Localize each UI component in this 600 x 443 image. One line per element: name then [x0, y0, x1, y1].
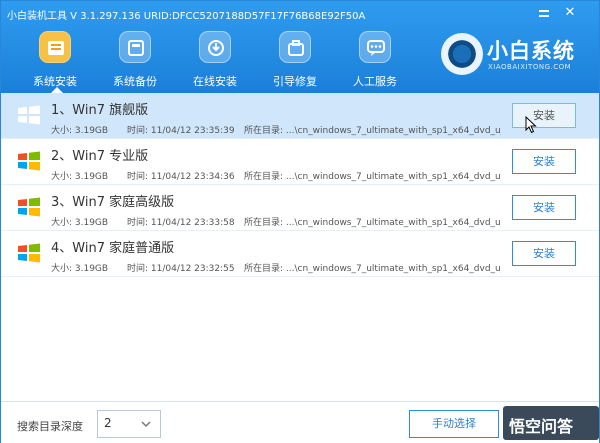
brand-subtitle: XIAOBAIXITONG.COM	[488, 63, 572, 71]
system-title: 1、Win7 旗舰版	[51, 103, 149, 118]
tool-label: 引导修复	[273, 75, 317, 88]
system-directory: 所在目录: ...\cn_windows_7_ultimate_with_sp1…	[244, 218, 501, 228]
list-item[interactable]: 3、Win7 家庭高级版 大小: 3.19GB 时间: 11/04/12 23:…	[1, 185, 599, 231]
mouse-cursor-icon	[525, 116, 537, 134]
menu-button[interactable]	[535, 5, 553, 21]
system-title: 3、Win7 家庭高级版	[51, 195, 175, 210]
system-size: 大小: 3.19GB	[51, 126, 109, 136]
watermark-text: 悟空问答	[509, 417, 574, 436]
chat-service-icon	[359, 31, 391, 63]
search-depth-select[interactable]: 2	[97, 410, 161, 438]
brand: 小白系统 XIAOBAIXITONG.COM	[441, 33, 591, 77]
system-directory: 所在目录: ...\cn_windows_7_ultimate_with_sp1…	[244, 264, 501, 274]
tool-label: 在线安装	[193, 75, 237, 88]
tool-label: 人工服务	[353, 75, 397, 88]
install-button[interactable]: 安装	[512, 103, 576, 128]
tool-chat-service[interactable]: 人工服务	[335, 27, 415, 91]
close-button[interactable]: ✕	[561, 5, 579, 21]
system-directory: 所在目录: ...\cn_windows_7_ultimate_with_sp1…	[244, 126, 501, 136]
online-install-icon	[199, 31, 231, 63]
system-size: 大小: 3.19GB	[51, 172, 109, 182]
system-backup-icon	[119, 31, 151, 63]
windows-logo-icon	[18, 151, 40, 171]
boot-repair-icon	[279, 31, 311, 63]
list-item[interactable]: 4、Win7 家庭普通版 大小: 3.19GB 时间: 11/04/12 23:…	[1, 231, 599, 277]
system-title: 2、Win7 专业版	[51, 149, 149, 164]
system-install-icon	[39, 31, 71, 63]
search-depth-value: 2	[104, 416, 112, 430]
install-button[interactable]: 安装	[512, 195, 576, 220]
close-icon: ✕	[564, 5, 576, 20]
system-time: 时间: 11/04/12 23:34:36	[127, 172, 235, 182]
windows-logo-icon	[18, 243, 40, 263]
window-title: 小白装机工具 V 3.1.297.136 URID:DFCC5207188D57…	[7, 11, 366, 22]
menu-icon-line	[539, 15, 549, 17]
tool-online-install[interactable]: 在线安装	[175, 27, 255, 91]
system-time: 时间: 11/04/12 23:32:55	[127, 264, 235, 274]
brand-name: 小白系统	[487, 39, 575, 63]
header-bar: 小白装机工具 V 3.1.297.136 URID:DFCC5207188D57…	[1, 1, 599, 93]
system-time: 时间: 11/04/12 23:35:39	[127, 126, 235, 136]
install-button[interactable]: 安装	[512, 241, 576, 266]
manual-select-button[interactable]: 手动选择	[409, 410, 499, 438]
installer-window: 小白装机工具 V 3.1.297.136 URID:DFCC5207188D57…	[0, 0, 600, 443]
tool-system-install[interactable]: 系统安装	[15, 27, 95, 93]
windows-logo-icon	[18, 105, 40, 125]
search-depth-label: 搜索目录深度	[17, 420, 83, 433]
tool-label: 系统安装	[33, 75, 77, 88]
system-title: 4、Win7 家庭普通版	[51, 241, 175, 256]
menu-icon	[539, 10, 549, 12]
tool-boot-repair[interactable]: 引导修复	[255, 27, 335, 91]
windows-logo-icon	[18, 197, 40, 217]
watermark: 悟空问答	[503, 406, 599, 440]
list-item[interactable]: 2、Win7 专业版 大小: 3.19GB 时间: 11/04/12 23:34…	[1, 139, 599, 185]
brand-logo-icon	[441, 33, 483, 75]
chevron-down-icon	[141, 421, 151, 428]
system-size: 大小: 3.19GB	[51, 218, 109, 228]
tool-system-backup[interactable]: 系统备份	[95, 27, 175, 91]
list-item[interactable]: 1、Win7 旗舰版 大小: 3.19GB 时间: 11/04/12 23:35…	[1, 93, 599, 139]
system-directory: 所在目录: ...\cn_windows_7_ultimate_with_sp1…	[244, 172, 501, 182]
tool-label: 系统备份	[113, 75, 157, 88]
system-time: 时间: 11/04/12 23:33:58	[127, 218, 235, 228]
footer-bar: 搜索目录深度 2 手动选择 悟空问答	[1, 401, 599, 443]
system-size: 大小: 3.19GB	[51, 264, 109, 274]
install-button[interactable]: 安装	[512, 149, 576, 174]
